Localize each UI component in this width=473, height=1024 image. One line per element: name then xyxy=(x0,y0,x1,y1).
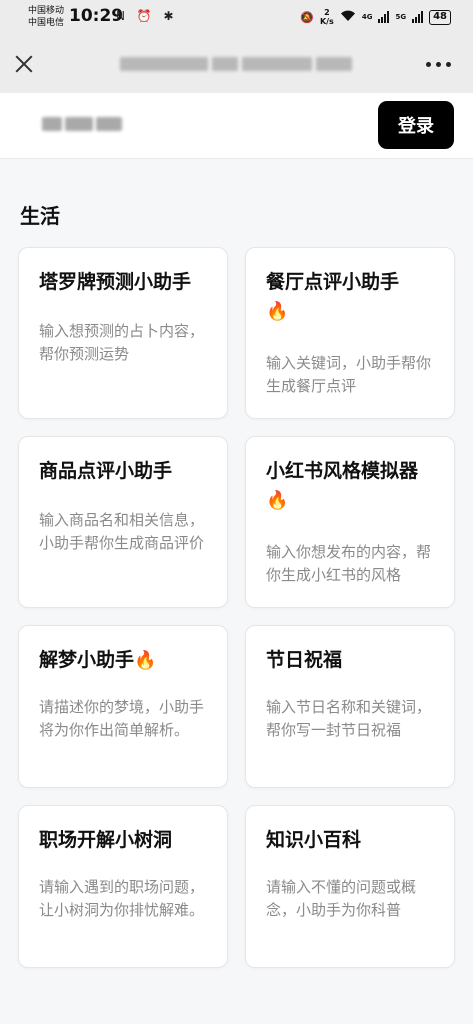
assistant-card-xiaohongshu[interactable]: 小红书风格模拟器 🔥 输入你想发布的内容，帮你生成小红书的风格 xyxy=(245,436,455,608)
assistant-card-dream[interactable]: 解梦小助手🔥 请描述你的梦境，小助手将为你作出简单解析。 xyxy=(18,625,228,788)
card-description: 请输入遇到的职场问题，让小树洞为你排忧解难。 xyxy=(39,878,205,919)
card-title: 餐厅点评小助手 🔥 xyxy=(266,271,400,322)
card-description: 请输入不懂的问题或概念，小助手为你科普 xyxy=(266,878,417,919)
assistant-card-workplace[interactable]: 职场开解小树洞 请输入遇到的职场问题，让小树洞为你排忧解难。 xyxy=(18,805,228,968)
card-description: 输入节日名称和关键词，帮你写一封节日祝福 xyxy=(266,698,432,739)
assistant-card-product-review[interactable]: 商品点评小助手 输入商品名和相关信息，小助手帮你生成商品评价 xyxy=(18,436,228,608)
fire-icon: 🔥 xyxy=(134,650,157,671)
card-description: 输入想预测的占卜内容，帮你预测运势 xyxy=(39,322,205,363)
card-title: 解梦小助手🔥 xyxy=(39,649,157,671)
card-description: 输入你想发布的内容，帮你生成小红书的风格 xyxy=(266,543,432,584)
card-title: 职场开解小树洞 xyxy=(39,829,173,851)
net-type-2: 5G xyxy=(395,13,407,21)
status-icons-right: 🔕 2 K/s 4G 5G 48 xyxy=(300,8,451,26)
more-icon[interactable] xyxy=(426,62,451,67)
card-title: 小红书风格模拟器 🔥 xyxy=(266,460,419,511)
status-icons-left: N ⏰ ✱ xyxy=(116,9,178,23)
card-title: 节日祝福 xyxy=(266,649,343,671)
username-redacted xyxy=(42,117,122,131)
card-description: 输入关键词，小助手帮你生成餐厅点评 xyxy=(266,354,432,395)
wifi-icon xyxy=(340,10,356,25)
card-title: 知识小百科 xyxy=(266,829,362,851)
login-button[interactable]: 登录 xyxy=(378,101,454,149)
net-type-1: 4G xyxy=(361,13,373,21)
card-title: 塔罗牌预测小助手 xyxy=(39,271,192,293)
assistant-card-encyclopedia[interactable]: 知识小百科 请输入不懂的问题或概念，小助手为你科普 xyxy=(245,805,455,968)
title-bar xyxy=(0,36,473,93)
assistant-card-restaurant[interactable]: 餐厅点评小助手 🔥 输入关键词，小助手帮你生成餐厅点评 xyxy=(245,247,455,419)
carrier-2: 中国电信 xyxy=(28,18,65,28)
status-bar: 中国移动 中国电信 10:29 N ⏰ ✱ 🔕 2 K/s 4G 5G 48 xyxy=(0,0,473,36)
card-title: 商品点评小助手 xyxy=(39,460,173,482)
card-description: 输入商品名和相关信息，小助手帮你生成商品评价 xyxy=(39,511,205,552)
mute-icon: 🔕 xyxy=(300,10,314,24)
signal-icon xyxy=(412,11,424,23)
signal-icon xyxy=(378,11,390,23)
assistant-card-festival[interactable]: 节日祝福 输入节日名称和关键词，帮你写一封节日祝福 xyxy=(245,625,455,788)
fire-icon: 🔥 xyxy=(266,490,289,511)
carrier-labels: 中国移动 中国电信 xyxy=(28,5,64,29)
clock: 10:29 xyxy=(69,6,124,26)
section-title: 生活 xyxy=(20,204,60,228)
fire-icon: 🔥 xyxy=(266,301,289,322)
user-header: 登录 xyxy=(0,93,473,159)
network-speed: 2 K/s xyxy=(319,8,334,26)
carrier-1: 中国移动 xyxy=(28,6,65,16)
close-icon[interactable] xyxy=(12,52,36,76)
battery-indicator: 48 xyxy=(429,9,451,25)
card-description: 请描述你的梦境，小助手将为你作出简单解析。 xyxy=(39,698,205,739)
page-title-redacted xyxy=(120,54,352,74)
assistant-card-tarot[interactable]: 塔罗牌预测小助手 输入想预测的占卜内容，帮你预测运势 xyxy=(18,247,228,419)
